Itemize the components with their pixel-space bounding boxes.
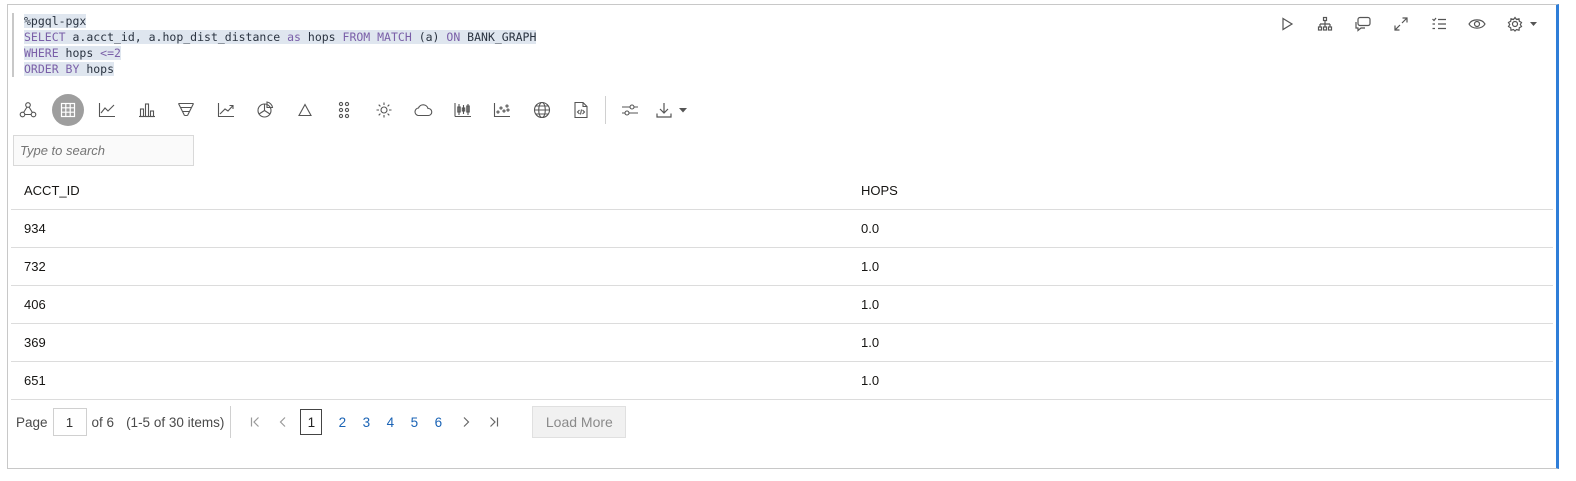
code-line: WHERE hops <=2 [24,45,536,61]
load-more-button[interactable]: Load More [532,406,627,438]
toolbar-divider [604,96,606,124]
column-header-hops[interactable]: HOPS [847,171,1553,210]
code-keyword: ORDER BY [24,62,80,76]
code-keyword: FROM MATCH [342,30,412,44]
code-text: hops [79,62,115,76]
cell-acct-id: 732 [11,247,847,286]
expand-icon[interactable] [1392,15,1410,33]
table-row: 732 1.0 [11,247,1553,286]
settings-sliders-icon[interactable] [614,94,646,126]
trend-icon[interactable] [210,94,242,126]
last-page-icon[interactable] [488,416,504,428]
cell-hops: 1.0 [847,285,1553,324]
items-range-label: (1-5 of 30 items) [126,414,225,430]
visualization-toolbar [12,94,705,126]
sun-icon[interactable] [368,94,400,126]
run-icon[interactable] [1278,15,1296,33]
cell-hops: 1.0 [847,247,1553,286]
table-row: 369 1.0 [11,323,1553,362]
code-keyword: as [287,30,301,44]
table-icon[interactable] [51,94,84,126]
code-text: a.acct_id, a.hop_dist_distance [65,30,288,44]
eye-icon[interactable] [1468,15,1486,33]
page-button-3[interactable]: 3 [355,415,377,430]
code-file-icon[interactable] [565,94,597,126]
code-text: hops [58,46,101,60]
funnel-icon[interactable] [170,94,202,126]
pager-divider [230,406,232,438]
cell-acct-id: 369 [11,323,847,362]
page-button-5[interactable]: 5 [403,415,425,430]
cell-acct-id: 934 [11,209,847,248]
globe-icon[interactable] [526,94,558,126]
code-line: ORDER BY hops [24,61,536,77]
pie-chart-icon[interactable] [249,94,281,126]
page-count-label: of 6 [91,414,115,430]
page-button-1[interactable]: 1 [300,409,323,435]
cell-acct-id: 406 [11,285,847,324]
page-label: Page [16,414,48,430]
code-keyword: <=2 [100,46,121,60]
code-text: %pgql-pgx [24,14,87,28]
code-editor[interactable]: %pgql-pgx SELECT a.acct_id, a.hop_dist_di… [12,13,537,77]
settings-icon[interactable] [1506,15,1542,33]
table-row: 651 1.0 [11,361,1553,400]
code-text: BANK_GRAPH [460,30,537,44]
paragraph-actions [1278,15,1542,33]
bar-chart-icon[interactable] [131,94,163,126]
search-input[interactable] [13,135,194,166]
triangle-icon[interactable] [289,94,321,126]
scatter-icon[interactable] [486,94,518,126]
cell-hops: 1.0 [847,361,1553,400]
page-button-6[interactable]: 6 [427,415,449,430]
dots-grid-icon[interactable] [328,94,360,126]
comment-icon[interactable] [1354,15,1372,33]
hierarchy-icon[interactable] [1316,15,1334,33]
pagination: Page of 6 (1-5 of 30 items) 1 2 3 4 5 6 … [16,406,627,438]
download-icon[interactable] [653,94,697,126]
code-keyword: SELECT [24,30,66,44]
table-row: 934 0.0 [11,209,1553,248]
cell-hops: 0.0 [847,209,1553,248]
list-icon[interactable] [1430,15,1448,33]
result-table: ACCT_ID HOPS 934 0.0 732 1.0 406 1.0 369 1.0… [11,171,1553,400]
next-page-icon[interactable] [460,416,476,428]
page-button-4[interactable]: 4 [379,415,401,430]
first-page-icon[interactable] [249,416,265,428]
code-line: SELECT a.acct_id, a.hop_dist_distance as… [24,29,537,45]
code-line: %pgql-pgx [24,13,536,29]
page-button-2[interactable]: 2 [331,415,353,430]
previous-page-icon[interactable] [277,416,293,428]
graph-icon[interactable] [12,94,44,126]
notebook-paragraph: %pgql-pgx SELECT a.acct_id, a.hop_dist_di… [7,4,1559,469]
table-header-row: ACCT_ID HOPS [11,171,1553,210]
code-text: (a) [411,30,447,44]
code-text: hops [300,30,343,44]
candlestick-icon[interactable] [447,94,479,126]
page-number-input[interactable] [52,408,87,436]
cloud-icon[interactable] [407,94,439,126]
code-keyword: ON [446,30,461,44]
cell-hops: 1.0 [847,323,1553,362]
column-header-acct-id[interactable]: ACCT_ID [11,171,847,210]
table-row: 406 1.0 [11,285,1553,324]
cell-acct-id: 651 [11,361,847,400]
line-chart-icon[interactable] [91,94,123,126]
code-keyword: WHERE [24,46,59,60]
